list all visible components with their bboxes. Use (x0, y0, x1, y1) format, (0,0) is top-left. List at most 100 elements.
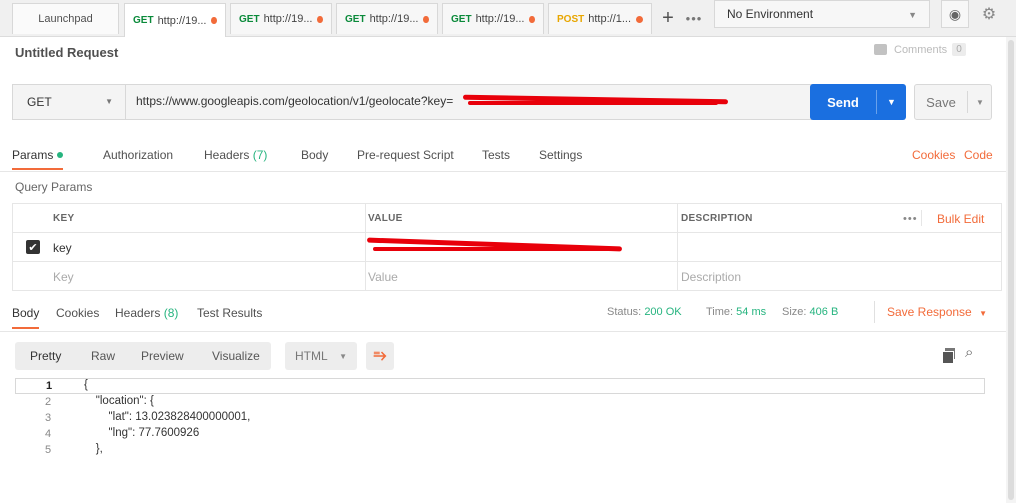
redaction-mark (468, 101, 718, 105)
comments-count: 0 (952, 43, 966, 56)
tab-test-results[interactable]: Test Results (197, 306, 262, 320)
comment-icon (874, 44, 887, 55)
tab-response-cookies[interactable]: Cookies (56, 306, 99, 320)
save-response-button[interactable]: Save Response ▼ (887, 305, 987, 319)
tab-params[interactable]: Params (12, 148, 64, 170)
view-preview[interactable]: Preview (141, 349, 184, 363)
request-title[interactable]: Untitled Request (15, 45, 118, 60)
param-enabled-checkbox[interactable]: ✔ (26, 240, 40, 254)
tab-response-headers-label: Headers (115, 306, 161, 320)
response-tabs: Body Cookies Headers (8) Test Results (0, 298, 1006, 329)
tab-headers[interactable]: Headers (7) (204, 148, 267, 162)
method-select[interactable]: GET ▼ (13, 85, 126, 119)
method-value: GET (27, 95, 52, 109)
save-options-chevron-icon[interactable]: ▼ (968, 85, 992, 119)
unsaved-dot-icon (423, 15, 429, 23)
send-label: Send (827, 94, 859, 110)
headers-count: (7) (252, 148, 268, 162)
tab-body[interactable]: Body (301, 148, 328, 162)
line-number: 3 (45, 412, 52, 424)
send-options-chevron-icon[interactable]: ▼ (877, 84, 906, 120)
response-body-editor[interactable]: 1 { 2 "location": { 3 "lat": 13.02382840… (15, 378, 992, 503)
line-text: "lng": 77.7600926 (83, 427, 200, 439)
new-tab-plus-icon[interactable]: + (657, 5, 679, 31)
tab-request-2[interactable]: GET http://19... (230, 3, 332, 34)
tab-settings[interactable]: Settings (539, 148, 582, 162)
tab-response-body[interactable]: Body (12, 306, 40, 329)
tab-launchpad[interactable]: Launchpad (12, 3, 119, 34)
tab-method: GET (345, 13, 366, 25)
chevron-down-icon: ▼ (979, 309, 987, 318)
param-description-input[interactable]: Description (681, 262, 741, 291)
table-row: ✔ key (13, 233, 1001, 262)
scrollbar-thumb[interactable] (1008, 40, 1014, 500)
tab-label: http://1... (588, 13, 632, 25)
response-headers-count: (8) (163, 306, 179, 320)
response-view-toggle: Pretty Raw Preview Visualize (15, 342, 271, 370)
copy-icon[interactable] (942, 348, 956, 364)
save-button[interactable]: Save ▼ (914, 84, 992, 120)
tab-request-1[interactable]: GET http://19... (124, 3, 226, 37)
tab-params-label: Params (12, 148, 54, 162)
param-value-input[interactable]: Value (368, 262, 398, 291)
save-label: Save (926, 94, 956, 110)
url-input[interactable]: https://www.googleapis.com/geolocation/v… (136, 94, 453, 108)
chevron-down-icon: ▼ (908, 10, 917, 20)
tab-tests[interactable]: Tests (482, 148, 510, 162)
redaction-mark (373, 247, 613, 251)
divider (874, 301, 875, 323)
code-line: 4 "lng": 77.7600926 (15, 427, 985, 443)
table-row-empty: Key Value Description (13, 262, 1001, 291)
url-value: https://www.googleapis.com/geolocation/v… (136, 94, 454, 108)
header-key: KEY (53, 213, 75, 224)
format-select[interactable]: HTML ▼ (285, 342, 357, 370)
tab-method: POST (557, 13, 585, 25)
tab-authorization[interactable]: Authorization (103, 148, 173, 162)
search-icon[interactable]: ⌕ (965, 344, 973, 361)
param-key[interactable]: key (53, 233, 72, 262)
view-raw[interactable]: Raw (91, 349, 115, 363)
active-dot-icon (57, 152, 64, 158)
code-link[interactable]: Code (964, 148, 993, 162)
view-visualize[interactable]: Visualize (212, 349, 260, 363)
tab-response-headers[interactable]: Headers (8) (115, 306, 178, 320)
table-header-row: KEY VALUE DESCRIPTION ••• Bulk Edit (13, 204, 1001, 233)
view-pretty[interactable]: Pretty (30, 349, 61, 363)
more-tabs-icon[interactable]: ••• (682, 5, 706, 31)
tab-headers-label: Headers (204, 148, 250, 162)
code-line: 2 "location": { (15, 395, 985, 411)
environment-select[interactable]: No Environment ▼ (714, 0, 930, 28)
cookies-link[interactable]: Cookies (912, 148, 955, 162)
tab-label: http://19... (263, 13, 313, 25)
tab-method: GET (133, 15, 154, 26)
query-params-table: KEY VALUE DESCRIPTION ••• Bulk Edit ✔ ke… (12, 203, 1002, 291)
tab-request-5[interactable]: POST http://1... (548, 3, 652, 34)
tab-method: GET (451, 13, 472, 25)
more-options-icon[interactable]: ••• (903, 204, 918, 233)
query-params-title: Query Params (15, 180, 93, 194)
request-tabs: Params Authorization Headers (7) Body Pr… (0, 140, 1006, 172)
status-label: Status: (607, 306, 642, 318)
format-value: HTML (295, 349, 328, 363)
size-indicator: Size: 406 B (782, 306, 838, 318)
line-number: 2 (45, 396, 52, 408)
code-line: 1 { (15, 378, 985, 394)
divider (921, 210, 922, 226)
gear-icon[interactable]: ⚙ (975, 0, 1003, 28)
send-button[interactable]: Send ▼ (810, 84, 906, 120)
bulk-edit-link[interactable]: Bulk Edit (937, 204, 984, 233)
environment-quick-look-eye-icon[interactable]: ◉ (941, 0, 969, 28)
tab-prerequest-script[interactable]: Pre-request Script (357, 148, 454, 162)
time-value: 54 ms (736, 306, 767, 318)
time-indicator: Time: 54 ms (706, 306, 766, 318)
comments-button[interactable]: Comments 0 (874, 43, 966, 56)
line-text: { (84, 379, 88, 391)
tab-request-3[interactable]: GET http://19... (336, 3, 438, 34)
wrap-lines-icon[interactable]: ⥱ (366, 342, 394, 370)
line-number: 4 (45, 428, 52, 440)
chevron-down-icon: ▼ (105, 97, 113, 106)
tab-request-4[interactable]: GET http://19... (442, 3, 544, 34)
line-number: 5 (45, 444, 52, 456)
param-key-input[interactable]: Key (53, 262, 74, 291)
tab-label: http://19... (369, 13, 419, 25)
